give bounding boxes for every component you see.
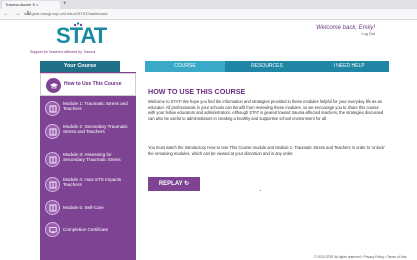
- sidebar-item-module-5[interactable]: Module 5: Self-Care: [40, 196, 136, 219]
- tab-title: Trauma-Aware S ×: [5, 2, 39, 7]
- welcome-message: Welcome back, Emily!: [316, 25, 375, 31]
- address-bar: ← → ↻ stat.gear.msugroup.uml.edu/x/STAT/…: [0, 9, 417, 20]
- sidebar-item-module-4[interactable]: Module 4: How STS Impacts Teachers: [40, 173, 136, 196]
- sidebar-item-module-1[interactable]: Module 1: Traumatic Stress and Teachers: [40, 97, 136, 120]
- sidebar-item-label: Module 3: Assessing for Secondary Trauma…: [63, 152, 121, 163]
- sidebar-item-label: Completion Certificate: [63, 227, 109, 232]
- your-course-label: Your Course: [40, 61, 120, 72]
- nav-tabs: COURSE RESOURCES I NEED HELP: [145, 61, 389, 72]
- logo-tagline: Support for Teachers Affected by Trauma: [30, 50, 96, 54]
- book-icon: [45, 177, 60, 192]
- browser-tab-bar: Trauma-Aware S × +: [0, 0, 417, 9]
- sidebar-item-label: Module 2: Secondary Traumatic Stress and…: [63, 124, 128, 135]
- sidebar-item-module-3[interactable]: Module 3: Assessing for Secondary Trauma…: [40, 148, 136, 171]
- sidebar-item-label: Module 5: Self-Care: [63, 205, 104, 210]
- sidebar-item-how-to-use[interactable]: How to Use This Course: [40, 73, 136, 96]
- book-icon: [45, 124, 60, 139]
- page-title: HOW TO USE THIS COURSE: [148, 87, 246, 96]
- book-icon: [45, 152, 60, 167]
- graduation-icon: [46, 78, 61, 93]
- tab-course[interactable]: COURSE: [145, 61, 225, 72]
- sidebar-item-label: Module 4: How STS Impacts Teachers: [63, 177, 122, 188]
- logout-link[interactable]: Log Out: [361, 32, 375, 36]
- footer-text: © 2020 STAT All rights reserved • Privac…: [314, 255, 407, 259]
- cursor-dot: [260, 190, 261, 191]
- url-field[interactable]: stat.gear.msugroup.uml.edu/x/STAT/dashbo…: [24, 10, 107, 18]
- replay-button[interactable]: REPLAY ↻: [148, 177, 200, 191]
- book-icon: [45, 200, 60, 215]
- main-nav: Your Course COURSE RESOURCES I NEED HELP: [0, 61, 417, 72]
- certificate-icon: [45, 222, 60, 237]
- new-tab-button[interactable]: +: [63, 0, 67, 9]
- instructions-paragraph: You must watch the introductory How to U…: [148, 145, 385, 156]
- browser-tab[interactable]: Trauma-Aware S ×: [2, 1, 60, 9]
- stat-logo[interactable]: STAT: [56, 22, 107, 48]
- site-header: STAT Support for Teachers Affected by Tr…: [0, 20, 417, 62]
- sidebar-item-certificate[interactable]: Completion Certificate: [40, 218, 136, 241]
- course-sidebar: How to Use This Course Module 1: Traumat…: [40, 72, 136, 260]
- sidebar-item-module-2[interactable]: Module 2: Secondary Traumatic Stress and…: [40, 120, 136, 143]
- tab-i-need-help[interactable]: I NEED HELP: [309, 61, 389, 72]
- intro-paragraph: Welcome to STAT! We hope you find the in…: [148, 99, 384, 122]
- sidebar-item-label: Module 1: Traumatic Stress and Teachers: [63, 101, 128, 112]
- main-content: HOW TO USE THIS COURSE Welcome to STAT! …: [145, 72, 389, 260]
- book-icon: [45, 101, 60, 116]
- logo-text: STAT: [56, 23, 107, 48]
- tab-resources[interactable]: RESOURCES: [227, 61, 307, 72]
- sidebar-item-label: How to Use This Course: [64, 81, 122, 87]
